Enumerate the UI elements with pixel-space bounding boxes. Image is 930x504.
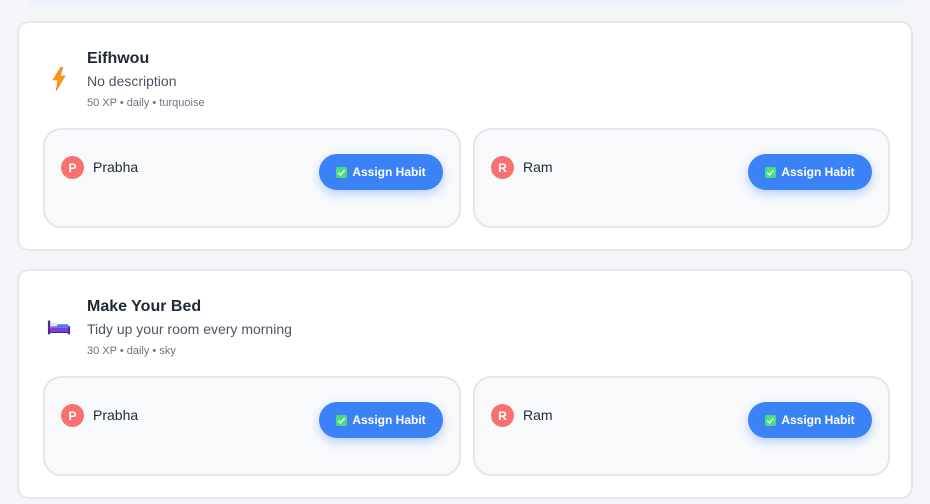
habit-meta: 50 XP • daily • turquoise [87,97,205,109]
assign-habit-label: Assign Habit [352,413,426,427]
checkmark-icon [336,414,348,426]
member-box: P Prabha Assign Habit [43,128,461,228]
checkmark-icon [765,414,777,426]
habit-card: Eifhwou No description 50 XP • daily • t… [17,21,913,251]
member-box: R Ram Assign Habit [473,376,890,476]
habit-description: Tidy up your room every morning [87,321,292,337]
assign-habit-button[interactable]: Assign Habit [319,154,443,190]
habit-title: Make Your Bed [87,298,202,315]
habit-title: Eifhwou [87,50,150,67]
top-strip [28,0,904,6]
assign-habit-button[interactable]: Assign Habit [748,402,872,438]
member-name: Prabha [93,159,139,175]
assign-habit-label: Assign Habit [781,413,855,427]
checkmark-icon [765,166,777,178]
habit-description: No description [87,73,177,89]
member-name: Ram [523,407,553,423]
assign-habit-label: Assign Habit [352,165,426,179]
assign-habit-button[interactable]: Assign Habit [319,402,443,438]
member-name: Prabha [93,407,139,423]
member-name: Ram [523,159,553,175]
bed-icon [47,315,71,339]
lightning-bolt-icon [47,67,71,91]
member-box: R Ram Assign Habit [473,128,890,228]
avatar: P [61,404,84,427]
avatar: R [491,156,514,179]
avatar: P [61,156,84,179]
avatar: R [491,404,514,427]
habit-card: Make Your Bed Tidy up your room every mo… [17,269,913,499]
assign-habit-button[interactable]: Assign Habit [748,154,872,190]
habit-meta: 30 XP • daily • sky [87,345,176,357]
member-box: P Prabha Assign Habit [43,376,461,476]
checkmark-icon [336,166,348,178]
assign-habit-label: Assign Habit [781,165,855,179]
